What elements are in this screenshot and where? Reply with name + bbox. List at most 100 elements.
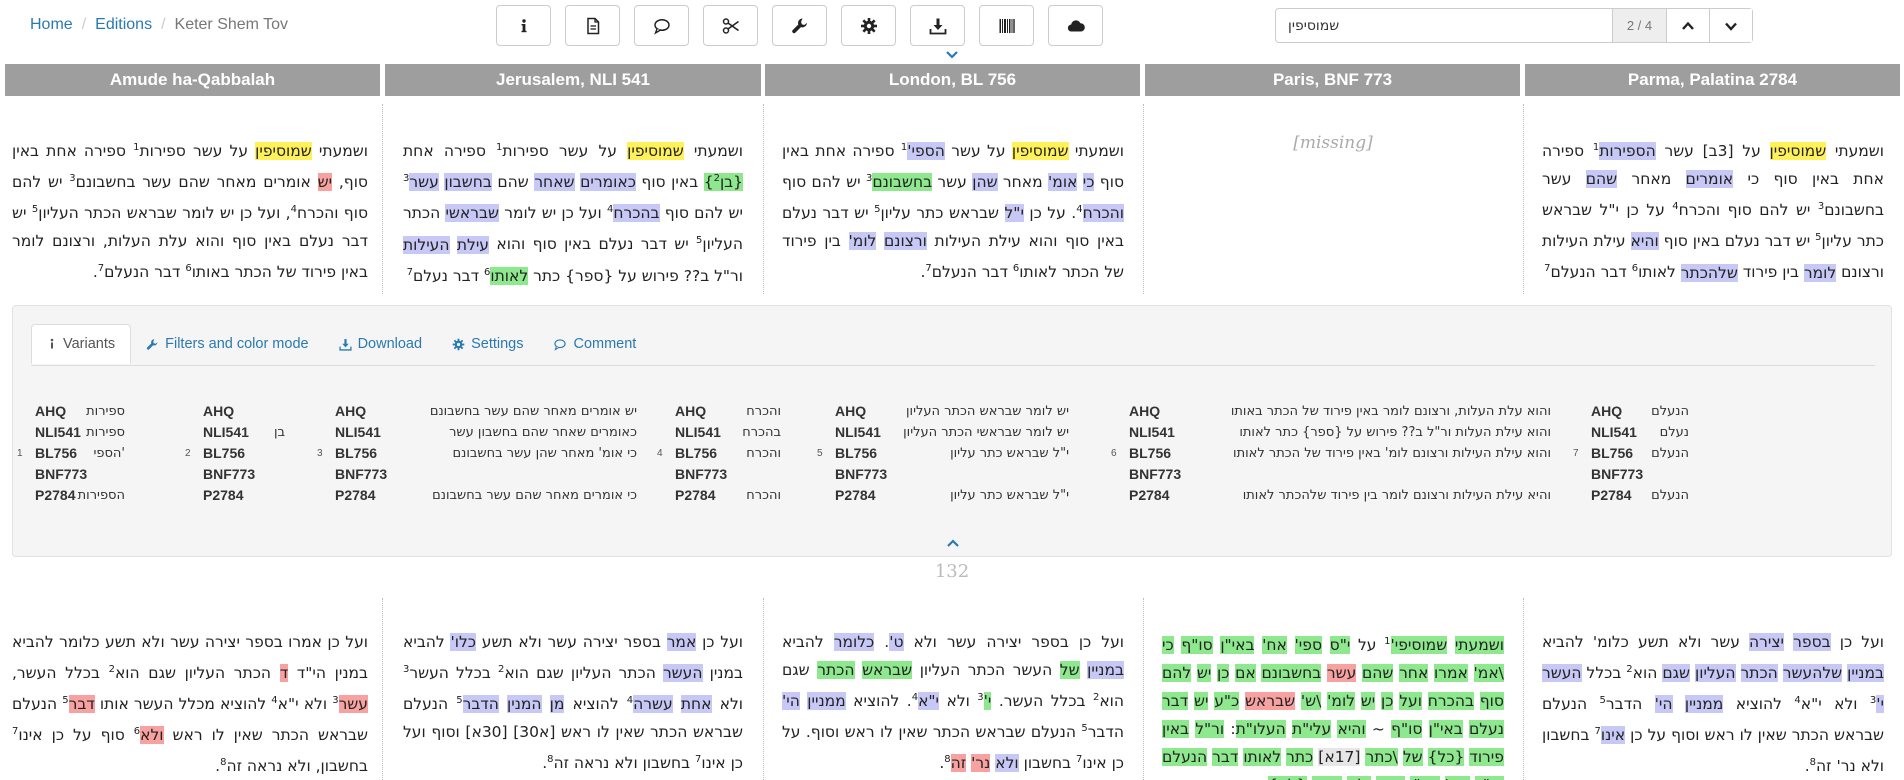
variant-group-1: AHQ ספירות NLI541 ספירות 1 BL756 'הספי BNF77… [15,401,165,506]
variant-siglum: BNF773 [335,466,388,482]
variant-reading: והיא עילת העילות ורצונם לומר בין פירוד ש… [1242,488,1551,503]
variant-siglum: BNF773 [35,466,88,482]
cloud-icon [1067,19,1085,32]
variant-number: 1 [17,448,23,459]
search-previous-button[interactable] [1666,9,1709,42]
variant-reading: י"ל שבראש כתר עליון [950,446,1069,461]
tab-settings-label: Settings [471,336,524,352]
document-button[interactable] [565,5,620,46]
collapse-panel-toggle[interactable] [945,536,961,554]
variant-reading: 'הספי [93,446,125,461]
breadcrumb-separator: / [161,16,166,33]
column-divider [763,598,764,780]
search-next-button[interactable] [1709,9,1752,42]
search-result-count: 2 / 4 [1612,9,1666,42]
tab-download[interactable]: Download [324,324,438,364]
variant-reading: בהכרח [742,425,781,440]
document-icon [586,17,599,34]
manuscript-text-p2784: ושמעתי שמוסיפין על [3ב] עשר הספירות1 ספי… [1542,142,1884,282]
variant-number: 3 [317,448,323,459]
variant-reading: יש לומר שבראש הכתר העליון [906,404,1069,419]
settings-button[interactable] [841,5,896,46]
cloud-button[interactable] [1048,5,1103,46]
variant-siglum: BL756 [675,445,718,461]
column-header-ahq: Amude ha-Qabbalah [5,64,380,96]
variant-reading: ספירות [86,404,125,419]
tab-filters[interactable]: Filters and color mode [131,324,323,364]
chevron-up-icon [1682,21,1694,30]
column-divider [1143,104,1144,294]
chevron-down-icon [1725,22,1737,31]
tab-settings[interactable]: Settings [437,324,538,364]
page-number: 132 [934,561,970,582]
top-bar: Home / Editions / Keter Shem Tov שמוסיפי… [0,0,1904,52]
column-divider [763,104,764,294]
scissors-icon [722,17,739,34]
variant-siglum: P2784 [1591,487,1632,503]
variant-number: 2 [185,448,191,459]
manuscript-text-bl756: ושמעתי שמוסיפין על עשר הספי'1 ספירה אחת … [782,142,1124,282]
variant-reading: והכרח [746,446,781,461]
variant-siglum: BNF773 [675,466,728,482]
tab-variants-label: Variants [63,336,116,352]
variant-number: 6 [1111,448,1117,459]
tab-comment[interactable]: Comment [538,324,651,364]
variant-siglum: BL756 [1129,445,1172,461]
info-button[interactable] [496,5,551,46]
variant-siglum: AHQ [1591,403,1623,419]
variant-siglum: P2784 [1129,487,1170,503]
barcode-icon [999,18,1015,33]
scissors-button[interactable] [703,5,758,46]
variant-siglum: P2784 [203,487,244,503]
wrench-icon [147,338,158,350]
download-button[interactable] [910,5,965,46]
tab-variants[interactable]: Variants [31,324,132,364]
variant-siglum: BNF773 [1591,466,1644,482]
variant-reading: ספירות [86,425,125,440]
variant-group-7: AHQ הנעלם NLI541 נעלם 7 BL756 הנעלם BNF773 P… [1569,401,1699,506]
variant-siglum: AHQ [835,403,867,419]
variant-siglum: NLI541 [1129,424,1175,440]
wrench-button[interactable] [772,5,827,46]
variant-siglum: P2784 [835,487,876,503]
variant-reading: י"ל שבראש כתר עליון [950,488,1069,503]
breadcrumb-home[interactable]: Home [30,16,73,33]
variant-number: 4 [657,448,663,459]
variant-siglum: BL756 [335,445,378,461]
variant-reading: הנעלם [1651,446,1689,461]
chevron-down-icon [946,51,958,59]
variant-siglum: AHQ [335,403,367,419]
variant-siglum: BL756 [35,445,78,461]
comment-button[interactable] [634,5,689,46]
variant-reading: כי אומ' מאחר שהן עשר בחשבונם [452,446,637,461]
variant-siglum: AHQ [675,403,707,419]
manuscript-text-ahq: ושמעתי שמוסיפין על עשר ספירות1 ספירה אחת… [12,142,368,282]
variant-reading: והכרח [746,488,781,503]
gear-icon [452,338,465,350]
manuscript-text-bnf773-page2: ושמעתי שמוסיפי'1 על י"ס ספי' אח' באי"ן ס… [1162,628,1504,780]
column-divider [1523,598,1524,780]
search-bar: 2 / 4 [1275,8,1753,43]
barcode-button[interactable] [979,5,1034,46]
variant-siglum: NLI541 [675,424,721,440]
variant-siglum: BL756 [1591,445,1634,461]
breadcrumb: Home / Editions / Keter Shem Tov [30,16,288,34]
variant-reading: נעלם [1659,425,1689,440]
variant-reading: כאומרים שאחר שהם בחשבון עשר [449,425,637,440]
breadcrumb-separator: / [81,16,87,33]
panel-tabs: Variants Filters and color mode Download… [31,324,651,364]
variant-siglum: BL756 [835,445,878,461]
search-input[interactable] [1276,9,1612,42]
variant-siglum: BNF773 [203,466,256,482]
breadcrumb-current: Keter Shem Tov [174,16,289,33]
tab-comment-label: Comment [573,336,637,352]
variant-reading: והוא עילת העלות ור"ל ב?? פירוש על {ספר} … [1239,425,1551,440]
gear-icon [860,17,877,34]
breadcrumb-editions[interactable]: Editions [95,16,152,33]
variant-siglum: P2784 [335,487,376,503]
manuscript-text-p2784-page2: ועל כן בספר יצירה עשר ולא תשע כלומ' להבי… [1542,633,1884,776]
variant-group-6: AHQ והוא עלת העלות, ורצונם לומר באין פירו… [1111,401,1571,506]
manuscript-text-bl756-page2: ועל כן בספר יצירה עשר ולא ט'. כלומר להבי… [782,633,1124,773]
variant-reading: הספירות [77,488,125,503]
variant-siglum: AHQ [35,403,67,419]
